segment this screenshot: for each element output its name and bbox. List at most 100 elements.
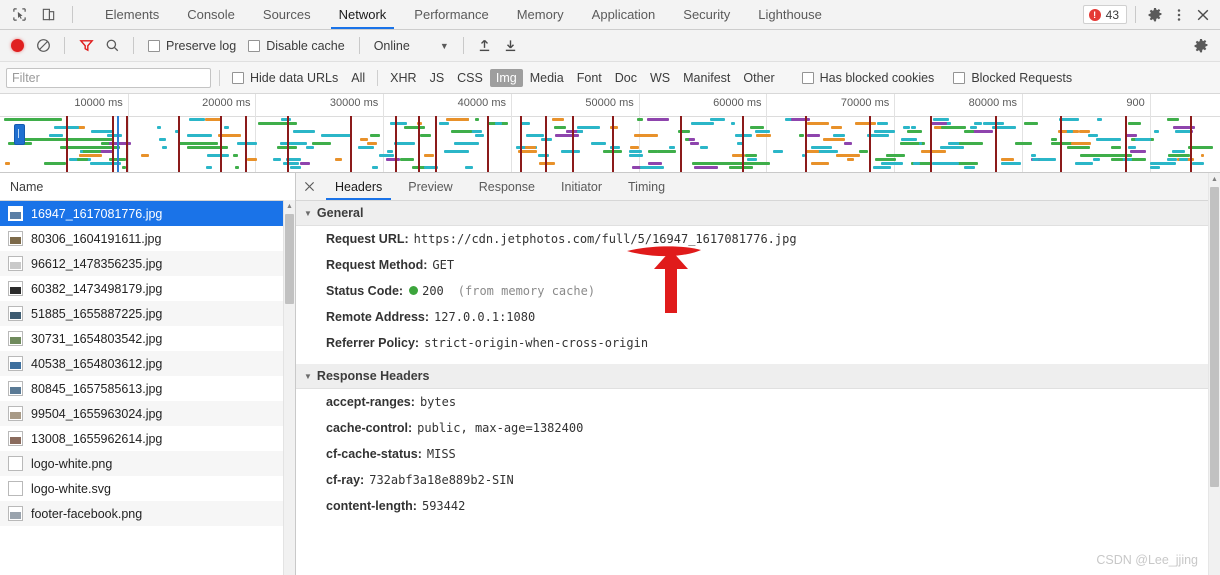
waterfall-bar (1066, 146, 1090, 149)
waterfall-bar (629, 154, 643, 157)
type-filter-ws[interactable]: WS (644, 69, 676, 87)
tab-sources[interactable]: Sources (249, 0, 325, 29)
network-overview[interactable]: 10000 ms 20000 ms 30000 ms 40000 ms 50000 ms… (0, 94, 1220, 173)
tab-network[interactable]: Network (325, 0, 401, 29)
more-options-icon[interactable] (1168, 4, 1190, 26)
request-row[interactable]: logo-white.svg (0, 476, 295, 501)
type-filter-doc[interactable]: Doc (609, 69, 643, 87)
has-blocked-cookies-checkbox[interactable]: Has blocked cookies (798, 71, 939, 85)
type-filter-media[interactable]: Media (524, 69, 570, 87)
request-row[interactable]: 96612_1478356235.jpg (0, 251, 295, 276)
dom-content-loaded-marker (612, 116, 614, 172)
tab-console[interactable]: Console (173, 0, 249, 29)
dom-content-loaded-marker (1060, 116, 1062, 172)
details-tab-response[interactable]: Response (466, 173, 548, 200)
clear-button[interactable] (32, 35, 54, 57)
request-list-scrollbar[interactable]: ▲ (283, 200, 295, 575)
details-tab-initiator[interactable]: Initiator (548, 173, 615, 200)
details-scrollbar[interactable]: ▲ (1208, 173, 1220, 575)
waterfall-bar (448, 150, 470, 153)
details-tab-timing[interactable]: Timing (615, 173, 678, 200)
request-list[interactable]: 16947_1617081776.jpg 80306_1604191611.jpg… (0, 201, 295, 575)
type-filter-other[interactable]: Other (737, 69, 780, 87)
request-row[interactable]: 60382_1473498179.jpg (0, 276, 295, 301)
type-filter-xhr[interactable]: XHR (384, 69, 422, 87)
tab-security[interactable]: Security (669, 0, 744, 29)
waterfall-bar (224, 126, 229, 129)
type-filter-js[interactable]: JS (424, 69, 451, 87)
search-icon[interactable] (101, 35, 123, 57)
request-thumbnail-icon (8, 281, 23, 296)
device-toolbar-icon[interactable] (37, 4, 59, 26)
waterfall-bar (279, 142, 291, 145)
response-header-rows: accept-ranges: bytes cache-control: public,… (296, 389, 1220, 519)
tab-elements[interactable]: Elements (91, 0, 173, 29)
export-har-icon[interactable] (500, 35, 522, 57)
request-row[interactable]: 80845_1657585613.jpg (0, 376, 295, 401)
type-filter-manifest[interactable]: Manifest (677, 69, 736, 87)
request-name: footer-facebook.png (31, 506, 143, 521)
request-row[interactable]: 80306_1604191611.jpg (0, 226, 295, 251)
details-tabbar: Headers Preview Response Initiator Timing (296, 173, 1220, 201)
scroll-up-icon[interactable]: ▲ (1209, 173, 1220, 185)
request-row[interactable]: 40538_1654803612.jpg (0, 351, 295, 376)
waterfall-bar (1001, 162, 1022, 165)
waterfall-bar (931, 162, 941, 165)
request-row[interactable]: footer-facebook.png (0, 501, 295, 526)
waterfall-bar (933, 118, 950, 121)
waterfall-bar (747, 158, 757, 161)
header-row: Referrer Policy: strict-origin-when-cross… (296, 330, 1220, 356)
details-tab-preview[interactable]: Preview (395, 173, 465, 200)
request-row[interactable]: 51885_1655887225.jpg (0, 301, 295, 326)
type-filter-css[interactable]: CSS (451, 69, 489, 87)
waterfall-bar (1171, 150, 1185, 153)
response-headers-section-header[interactable]: ▼ Response Headers (296, 364, 1220, 389)
import-har-icon[interactable] (474, 35, 496, 57)
request-row[interactable]: 13008_1655962614.jpg (0, 426, 295, 451)
header-value: public, max-age=1382400 (417, 421, 584, 435)
blocked-requests-box (953, 71, 966, 84)
request-row[interactable]: 30731_1654803542.jpg (0, 326, 295, 351)
type-filter-img[interactable]: Img (489, 68, 523, 87)
scroll-thumb[interactable] (1210, 187, 1219, 487)
waterfall-bar (273, 158, 281, 161)
tab-application[interactable]: Application (578, 0, 670, 29)
tab-lighthouse[interactable]: Lighthouse (744, 0, 836, 29)
type-filter-font[interactable]: Font (571, 69, 608, 87)
header-key: cf-ray: (326, 473, 365, 487)
inspect-element-icon[interactable] (8, 4, 30, 26)
scroll-thumb[interactable] (285, 214, 294, 304)
throttling-select[interactable]: Online ▼ (370, 39, 453, 53)
overview-window-handle[interactable] (14, 124, 25, 145)
dom-content-loaded-marker (869, 116, 871, 172)
general-section-header[interactable]: ▼ General (296, 201, 1220, 226)
dom-content-loaded-marker (245, 116, 247, 172)
request-row[interactable]: logo-white.png (0, 451, 295, 476)
preserve-log-checkbox[interactable]: Preserve log (144, 39, 240, 53)
filter-toggle-icon[interactable] (75, 35, 97, 57)
waterfall-bar (187, 146, 210, 149)
request-row[interactable]: 99504_1655963024.jpg (0, 401, 295, 426)
tab-performance[interactable]: Performance (400, 0, 502, 29)
hide-data-urls-checkbox[interactable]: Hide data URLs (228, 71, 342, 85)
blocked-requests-checkbox[interactable]: Blocked Requests (949, 71, 1076, 85)
gear-icon[interactable] (1144, 4, 1166, 26)
close-icon[interactable] (1192, 4, 1214, 26)
details-tab-headers[interactable]: Headers (322, 173, 395, 200)
request-thumbnail-icon (8, 206, 23, 221)
scroll-up-icon[interactable]: ▲ (284, 200, 295, 212)
chevron-down-icon: ▼ (439, 40, 449, 51)
request-row[interactable]: 16947_1617081776.jpg (0, 201, 295, 226)
error-count-badge[interactable]: ! 43 (1082, 5, 1127, 24)
tab-memory[interactable]: Memory (503, 0, 578, 29)
close-details-icon[interactable] (296, 173, 322, 200)
disable-cache-checkbox[interactable]: Disable cache (244, 39, 349, 53)
type-filter-all[interactable]: All (345, 69, 371, 87)
waterfall-bar (283, 162, 299, 165)
filter-input[interactable] (6, 67, 211, 88)
record-button[interactable] (6, 35, 28, 57)
dom-content-loaded-marker (287, 116, 289, 172)
waterfall-bar (872, 166, 891, 169)
waterfall-bar (188, 118, 206, 121)
network-settings-gear-icon[interactable] (1190, 35, 1212, 57)
